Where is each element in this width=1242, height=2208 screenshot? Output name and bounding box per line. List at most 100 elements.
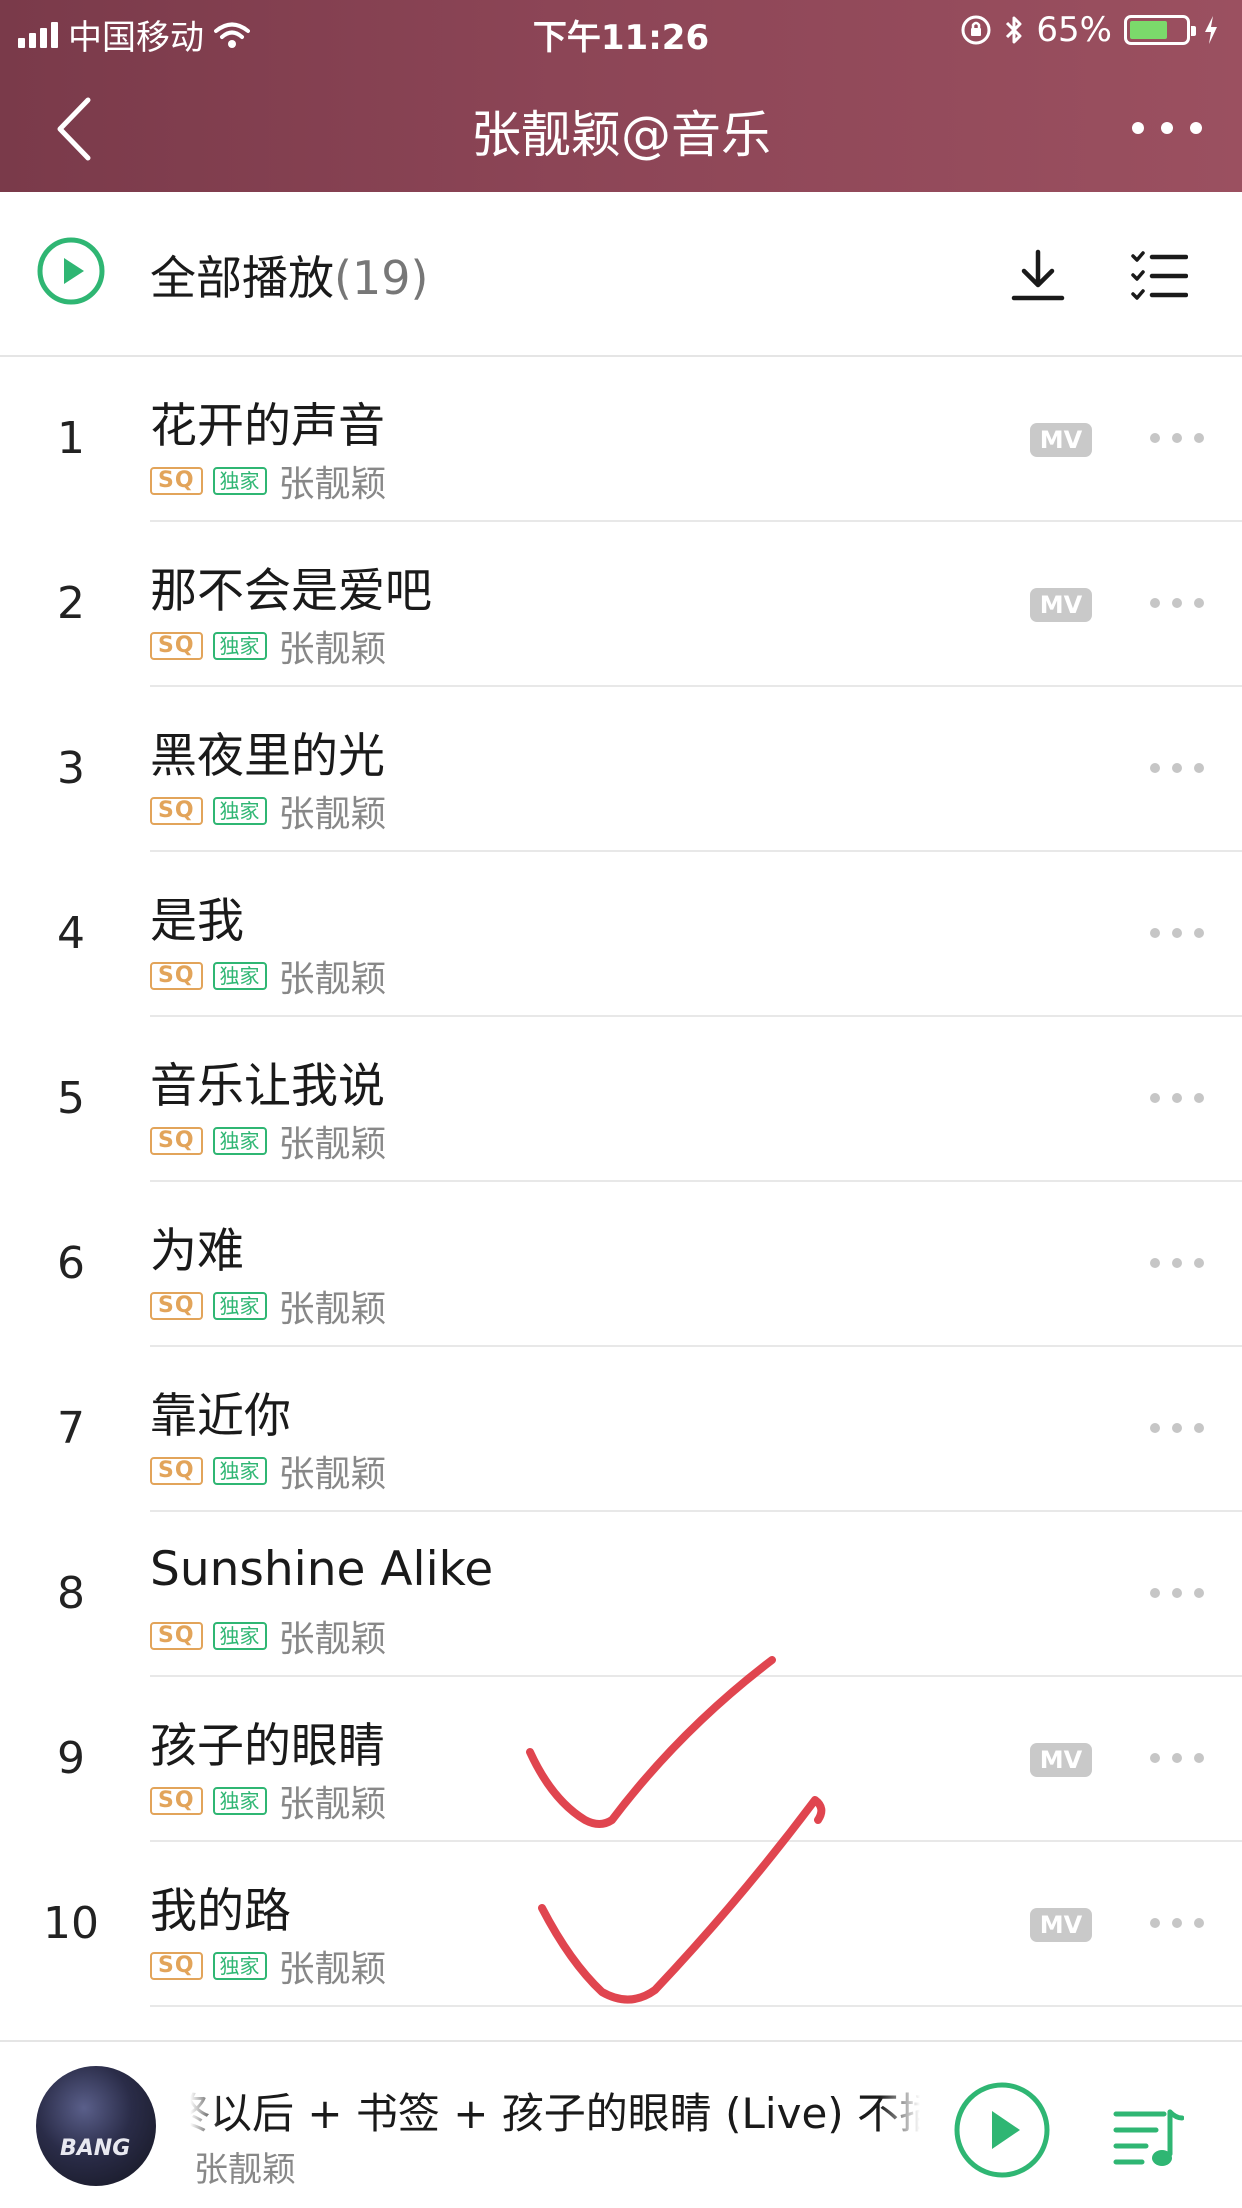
song-more-button[interactable] <box>1150 598 1204 610</box>
song-meta: SQ 独家 张靓颖 <box>150 1115 387 1167</box>
header: 中国移动 下午11:26 65% 张靓颖@音乐 <box>0 0 1242 192</box>
song-index: 8 <box>57 1568 85 1619</box>
song-more-button[interactable] <box>1150 928 1204 940</box>
exclusive-badge: 独家 <box>212 632 267 660</box>
song-artist: 张靓颖 <box>278 1289 387 1330</box>
mv-button[interactable]: MV <box>1030 1908 1092 1942</box>
song-artist: 张靓颖 <box>278 1454 387 1495</box>
song-title: 我的路 <box>150 1884 291 1939</box>
download-icon[interactable] <box>1008 246 1068 306</box>
song-row[interactable]: 6 为难 SQ 独家 张靓颖 <box>0 1182 1242 1347</box>
song-meta: SQ 独家 张靓颖 <box>150 1445 387 1497</box>
song-title: 黑夜里的光 <box>150 729 385 784</box>
song-title: 花开的声音 <box>150 399 385 454</box>
exclusive-badge: 独家 <box>212 1787 267 1815</box>
sq-badge: SQ <box>150 797 203 825</box>
song-more-button[interactable] <box>1150 1918 1204 1930</box>
playlist-queue-icon[interactable] <box>1112 2106 1184 2172</box>
now-playing-title-text: 终以后 + 书签 + 孩子的眼睛 (Live) 不插电 <box>190 2089 920 2136</box>
song-index: 3 <box>57 743 85 794</box>
sq-badge: SQ <box>150 1787 203 1815</box>
song-title: Sunshine Alike <box>150 1542 494 1597</box>
exclusive-badge: 独家 <box>212 797 267 825</box>
exclusive-badge: 独家 <box>212 1622 267 1650</box>
song-more-button[interactable] <box>1150 1258 1204 1270</box>
song-index: 6 <box>57 1238 85 1289</box>
song-more-button[interactable] <box>1150 1423 1204 1435</box>
song-more-button[interactable] <box>1150 763 1204 775</box>
sq-badge: SQ <box>150 632 203 660</box>
sq-badge: SQ <box>150 1457 203 1485</box>
more-button[interactable] <box>1132 110 1202 146</box>
song-artist: 张靓颖 <box>278 629 387 670</box>
play-button[interactable] <box>952 2080 1052 2180</box>
exclusive-badge: 独家 <box>212 1292 267 1320</box>
battery-percent: 65% <box>1036 10 1112 50</box>
song-index: 5 <box>57 1073 85 1124</box>
song-index: 10 <box>43 1898 99 1949</box>
song-title: 为难 <box>150 1224 244 1279</box>
battery-fill <box>1130 21 1168 39</box>
song-more-button[interactable] <box>1150 433 1204 445</box>
song-artist: 张靓颖 <box>278 464 387 505</box>
play-all-text: 全部播放 <box>150 251 334 305</box>
cover-logo-text: BANG <box>60 2136 131 2161</box>
song-list: 1 花开的声音 SQ 独家 张靓颖 MV 2 那不会是爱吧 SQ 独家 张靓颖 MV 3 黑夜里的光 SQ 独… <box>0 357 1242 2007</box>
song-row[interactable]: 10 我的路 SQ 独家 张靓颖 MV <box>0 1842 1242 2007</box>
song-title: 靠近你 <box>150 1389 291 1444</box>
song-artist: 张靓颖 <box>278 1784 387 1825</box>
song-meta: SQ 独家 张靓颖 <box>150 950 387 1002</box>
play-all-label[interactable]: 全部播放(19) <box>150 242 428 308</box>
song-row[interactable]: 3 黑夜里的光 SQ 独家 张靓颖 <box>0 687 1242 852</box>
status-bar: 中国移动 下午11:26 65% <box>0 0 1242 62</box>
song-more-button[interactable] <box>1150 1093 1204 1105</box>
song-title: 孩子的眼睛 <box>150 1719 385 1774</box>
song-row[interactable]: 1 花开的声音 SQ 独家 张靓颖 MV <box>0 357 1242 522</box>
song-artist: 张靓颖 <box>278 794 387 835</box>
page-title: 张靓颖@音乐 <box>471 106 771 164</box>
exclusive-badge: 独家 <box>212 962 267 990</box>
rotation-lock-icon <box>961 15 991 45</box>
song-index: 7 <box>57 1403 85 1454</box>
charging-bolt-icon <box>1205 16 1217 44</box>
song-more-button[interactable] <box>1150 1753 1204 1765</box>
now-playing-title: 终以后 + 书签 + 孩子的眼睛 (Live) 不插电 <box>190 2080 920 2136</box>
sq-badge: SQ <box>150 962 203 990</box>
multi-select-list-icon[interactable] <box>1130 248 1188 302</box>
sq-badge: SQ <box>150 1952 203 1980</box>
song-artist: 张靓颖 <box>278 1619 387 1660</box>
song-row[interactable]: 4 是我 SQ 独家 张靓颖 <box>0 852 1242 1017</box>
song-meta: SQ 独家 张靓颖 <box>150 620 387 672</box>
mv-button[interactable]: MV <box>1030 588 1092 622</box>
mv-button[interactable]: MV <box>1030 423 1092 457</box>
song-row[interactable]: 7 靠近你 SQ 独家 张靓颖 <box>0 1347 1242 1512</box>
song-row[interactable]: 5 音乐让我说 SQ 独家 张靓颖 <box>0 1017 1242 1182</box>
song-artist: 张靓颖 <box>278 1124 387 1165</box>
song-title: 是我 <box>150 894 244 949</box>
exclusive-badge: 独家 <box>212 467 267 495</box>
song-index: 9 <box>57 1733 85 1784</box>
song-row[interactable]: 2 那不会是爱吧 SQ 独家 张靓颖 MV <box>0 522 1242 687</box>
song-row[interactable]: 9 孩子的眼睛 SQ 独家 张靓颖 MV <box>0 1677 1242 1842</box>
play-all-bar: 全部播放(19) <box>0 192 1242 357</box>
song-meta: SQ 独家 张靓颖 <box>150 785 387 837</box>
sq-badge: SQ <box>150 1622 203 1650</box>
exclusive-badge: 独家 <box>212 1127 267 1155</box>
exclusive-badge: 独家 <box>212 1457 267 1485</box>
song-title: 那不会是爱吧 <box>150 564 432 619</box>
song-count: (19) <box>334 251 429 305</box>
song-meta: SQ 独家 张靓颖 <box>150 1940 387 1992</box>
play-all-button[interactable] <box>36 236 106 306</box>
song-meta: SQ 独家 张靓颖 <box>150 1610 387 1662</box>
now-playing-artist: 张靓颖 <box>194 2150 296 2190</box>
song-meta: SQ 独家 张靓颖 <box>150 455 387 507</box>
status-right: 65% <box>960 10 1220 50</box>
song-title: 音乐让我说 <box>150 1059 385 1114</box>
song-artist: 张靓颖 <box>278 959 387 1000</box>
sq-badge: SQ <box>150 1127 203 1155</box>
song-more-button[interactable] <box>1150 1588 1204 1600</box>
album-cover[interactable]: BANG <box>36 2066 156 2186</box>
mini-player[interactable]: BANG 终以后 + 书签 + 孩子的眼睛 (Live) 不插电 张靓颖 <box>0 2040 1242 2208</box>
mv-button[interactable]: MV <box>1030 1743 1092 1777</box>
song-row[interactable]: 8 Sunshine Alike SQ 独家 张靓颖 <box>0 1512 1242 1677</box>
